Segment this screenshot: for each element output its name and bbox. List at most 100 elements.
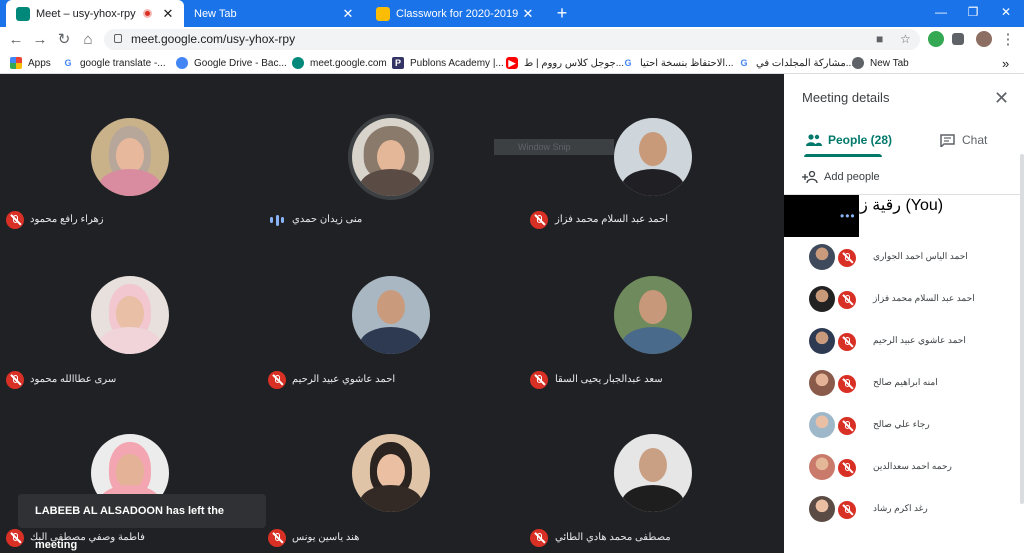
bookmark-meet[interactable]: meet.google.com <box>292 56 387 70</box>
participant-avatar <box>352 118 430 196</box>
profile-avatar[interactable] <box>976 31 992 47</box>
forward-icon[interactable]: → <box>30 30 50 50</box>
bookmark-folders[interactable]: G مشاركة المجلدات في... <box>738 56 854 70</box>
close-icon[interactable]: ✕ <box>160 6 176 22</box>
participant-row[interactable]: احمد عبد السلام محمد فزاز <box>784 279 1020 321</box>
panel-title: Meeting details <box>802 90 890 105</box>
apps-grid-icon <box>10 57 22 69</box>
puzzle-icon[interactable] <box>952 33 964 45</box>
bookmarks-bar: Apps G google translate -... Google Driv… <box>0 52 1024 74</box>
participant-name: سرى عطاالله محمود <box>30 374 117 385</box>
participant-name: احمد عاشوي عبيد الرحيم <box>873 335 966 345</box>
bookmark-label: meet.google.com <box>310 57 387 69</box>
participant-avatar <box>809 454 835 480</box>
new-tab-button[interactable]: + <box>552 3 572 23</box>
bookmark-apps[interactable]: Apps <box>10 56 51 70</box>
address-bar[interactable]: meet.google.com/usy-yhox-rpy ■ ☆ <box>104 29 920 50</box>
google-icon: G <box>624 58 632 68</box>
drive-icon <box>176 57 188 69</box>
globe-icon <box>852 57 864 69</box>
left-meeting-toast: LABEEB AL ALSADOON has left the meeting <box>18 494 266 551</box>
bookmark-label: Google Drive - Bac... <box>194 57 287 69</box>
reload-icon[interactable]: ↻ <box>54 30 74 50</box>
lock-icon <box>114 34 122 43</box>
close-icon[interactable]: ✕ <box>520 6 536 22</box>
participant-row[interactable]: امنه ابراهيم صالح <box>784 363 1020 405</box>
meeting-details-panel: Meeting details ✕ People (28) Chat Add p… <box>784 74 1024 553</box>
meet-icon <box>292 57 304 69</box>
meeting-stage: زهراء رافع محمود منى زيدان حمدي احمد عبد… <box>0 74 784 553</box>
participant-avatar <box>91 276 169 354</box>
tab-people[interactable]: People (28) <box>806 130 892 150</box>
mic-off-icon <box>268 371 286 389</box>
more-bookmarks-button[interactable]: » <box>1002 56 1009 71</box>
tab-title: Classwork for 2020-2019 ‫ت العليا <box>396 8 520 20</box>
participant-row[interactable]: رحمه احمد سعدالدين <box>784 447 1020 489</box>
participant-row[interactable]: رجاء علي صالح <box>784 405 1020 447</box>
participant-name: رحمه احمد سعدالدين <box>873 461 952 471</box>
mic-off-icon <box>838 501 856 519</box>
participant-name: احمد الياس احمد الجواري <box>873 251 968 261</box>
participant-row[interactable]: احمد عاشوي عبيد الرحيم <box>784 321 1020 363</box>
participant-name: مصطفى محمد هادي الطائي <box>555 532 671 543</box>
self-row[interactable]: ••• رقية زيدان شعبان (You) <box>784 195 1020 237</box>
extension-icon[interactable] <box>928 31 944 47</box>
bookmark-new-tab[interactable]: New Tab <box>852 56 909 70</box>
menu-icon[interactable]: ⋮ <box>998 30 1018 50</box>
close-icon[interactable]: ✕ <box>340 6 356 22</box>
bookmark-classroom-youtube[interactable]: ▶ جوجل كلاس رووم | ط... <box>506 56 624 70</box>
mic-off-icon <box>6 371 24 389</box>
bookmark-label: Publons Academy |... <box>410 57 504 69</box>
browser-tab-strip: Meet – usy-yhox-rpy ✕ New Tab ✕ Classwor… <box>0 0 1024 27</box>
participant-avatar <box>352 276 430 354</box>
participant-avatar <box>809 286 835 312</box>
panel-scrollbar[interactable] <box>1020 154 1024 504</box>
mic-off-icon <box>838 333 856 351</box>
back-icon[interactable]: ← <box>6 30 26 50</box>
participant-name: احمد عبد السلام محمد فزاز <box>555 214 668 225</box>
recording-icon <box>143 9 152 18</box>
mic-off-icon <box>838 249 856 267</box>
participant-row[interactable]: رغد اكرم رشاد <box>784 489 1020 531</box>
participant-avatar <box>614 276 692 354</box>
tab-classwork[interactable]: Classwork for 2020-2019 ‫ت العليا ✕ <box>366 0 544 27</box>
mic-off-icon <box>530 211 548 229</box>
mic-off-icon <box>838 375 856 393</box>
participant-name: سعد عبدالجبار يحيى السقا <box>555 374 663 385</box>
mic-off-icon <box>838 291 856 309</box>
close-panel-icon[interactable]: ✕ <box>994 88 1009 109</box>
tab-meet[interactable]: Meet – usy-yhox-rpy ✕ <box>6 0 184 27</box>
participant-name: زهراء رافع محمود <box>30 214 104 225</box>
mic-off-icon <box>530 529 548 547</box>
bookmark-google-translate[interactable]: G google translate -... <box>62 56 166 70</box>
more-options-icon[interactable]: ••• <box>840 209 856 223</box>
window-close-icon[interactable]: ✕ <box>990 0 1022 24</box>
add-person-icon <box>802 171 818 183</box>
publons-icon: P <box>392 57 404 69</box>
tab-chat[interactable]: Chat <box>940 130 987 150</box>
mic-off-icon <box>268 529 286 547</box>
youtube-icon: ▶ <box>506 57 518 69</box>
minimize-icon[interactable]: — <box>925 0 957 24</box>
restore-icon[interactable]: ❐ <box>957 0 989 24</box>
bookmark-backup[interactable]: G الاحتفاظ بنسخة احتيا... <box>622 56 733 70</box>
participant-avatar <box>809 244 835 270</box>
bookmark-google-drive[interactable]: Google Drive - Bac... <box>176 56 287 70</box>
participant-name: رغد اكرم رشاد <box>873 503 928 513</box>
bookmark-star-icon[interactable]: ☆ <box>900 32 911 46</box>
tab-new-tab[interactable]: New Tab ✕ <box>186 0 364 27</box>
add-people-button[interactable]: Add people <box>802 167 880 187</box>
participant-name: احمد عاشوي عبيد الرحيم <box>292 374 396 385</box>
bookmark-label: google translate -... <box>80 57 166 69</box>
participant-name: رجاء علي صالح <box>873 419 930 429</box>
camera-icon[interactable]: ■ <box>876 32 883 46</box>
window-snip-overlay: Window Snip <box>494 139 614 155</box>
bookmark-label: Apps <box>28 57 51 69</box>
participant-avatar <box>614 434 692 512</box>
tab-chat-label: Chat <box>962 133 988 147</box>
participant-avatar <box>809 496 835 522</box>
participant-row[interactable]: احمد الياس احمد الجواري <box>784 237 1020 279</box>
participant-name: منى زيدان حمدي <box>292 214 363 225</box>
bookmark-publons[interactable]: P Publons Academy |... <box>392 56 504 70</box>
home-icon[interactable]: ⌂ <box>78 30 98 50</box>
